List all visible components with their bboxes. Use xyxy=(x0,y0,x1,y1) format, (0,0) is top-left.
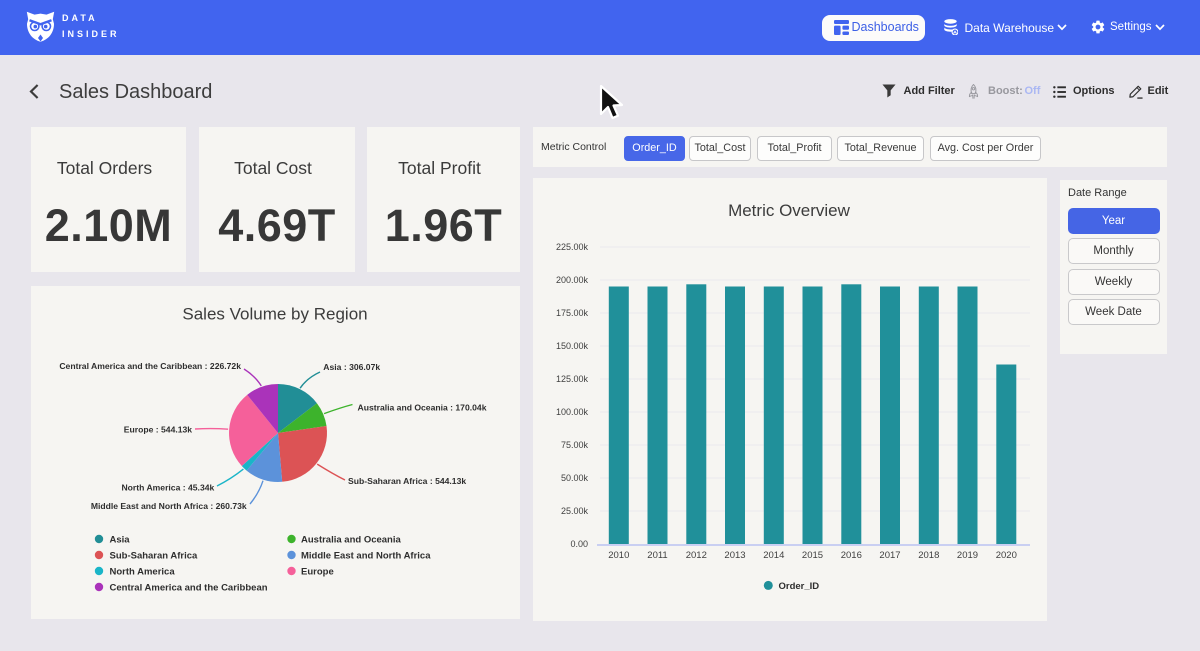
svg-text:175.00k: 175.00k xyxy=(556,308,589,318)
svg-text:100.00k: 100.00k xyxy=(556,407,589,417)
svg-text:150.00k: 150.00k xyxy=(556,341,589,351)
svg-text:2013: 2013 xyxy=(724,550,745,561)
svg-text:North America : 45.34k: North America : 45.34k xyxy=(121,482,214,492)
svg-text:Asia: Asia xyxy=(110,535,131,546)
svg-text:2018: 2018 xyxy=(918,550,939,561)
svg-text:2019: 2019 xyxy=(957,550,978,561)
svg-text:200.00k: 200.00k xyxy=(556,275,589,285)
svg-text:2015: 2015 xyxy=(802,550,823,561)
svg-text:Australia and Oceania: Australia and Oceania xyxy=(301,535,402,546)
svg-text:Europe : 544.13k: Europe : 544.13k xyxy=(124,425,193,435)
svg-text:50.00k: 50.00k xyxy=(561,473,589,483)
svg-text:225.00k: 225.00k xyxy=(556,242,589,252)
svg-text:2011: 2011 xyxy=(647,550,667,561)
svg-text:2016: 2016 xyxy=(841,550,862,561)
svg-text:2012: 2012 xyxy=(686,550,707,561)
svg-text:Australia and Oceania : 170.04: Australia and Oceania : 170.04k xyxy=(358,403,487,413)
svg-text:Middle East and North Africa :: Middle East and North Africa : 260.73k xyxy=(91,501,247,511)
svg-text:Metric Overview: Metric Overview xyxy=(728,201,851,220)
svg-text:Central America and the Caribb: Central America and the Caribbean xyxy=(110,583,268,594)
svg-text:Sub-Saharan Africa: Sub-Saharan Africa xyxy=(110,551,199,562)
svg-text:2020: 2020 xyxy=(996,550,1017,561)
svg-text:0.00: 0.00 xyxy=(570,539,588,549)
svg-text:Middle East and North Africa: Middle East and North Africa xyxy=(301,551,431,562)
svg-text:Order_ID: Order_ID xyxy=(779,581,820,592)
svg-text:Asia : 306.07k: Asia : 306.07k xyxy=(323,362,380,372)
svg-text:2014: 2014 xyxy=(763,550,784,561)
svg-text:Sub-Saharan Africa : 544.13k: Sub-Saharan Africa : 544.13k xyxy=(348,476,466,486)
svg-text:75.00k: 75.00k xyxy=(561,440,589,450)
svg-text:Central America and the Caribb: Central America and the Caribbean : 226.… xyxy=(59,361,241,371)
svg-text:2017: 2017 xyxy=(879,550,900,561)
svg-text:125.00k: 125.00k xyxy=(556,374,589,384)
svg-text:Sales Volume by Region: Sales Volume by Region xyxy=(182,305,367,324)
svg-text:Europe: Europe xyxy=(301,567,334,578)
svg-text:25.00k: 25.00k xyxy=(561,506,589,516)
svg-text:North America: North America xyxy=(110,567,176,578)
svg-text:2010: 2010 xyxy=(608,550,629,561)
